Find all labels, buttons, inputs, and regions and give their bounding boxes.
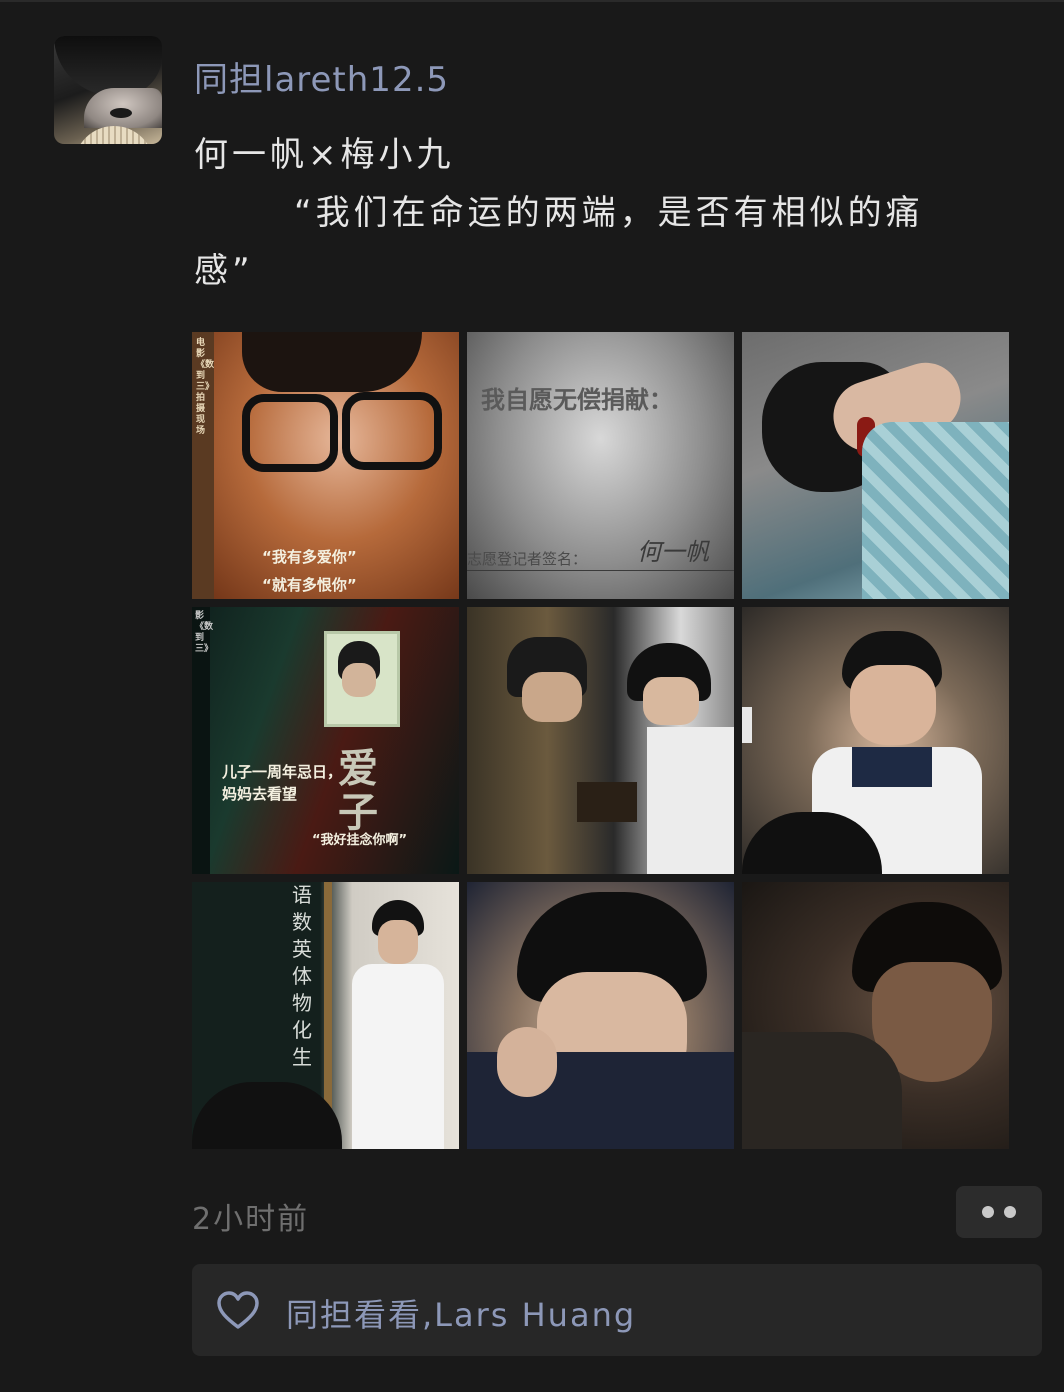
photo-9[interactable] [742,882,1009,1149]
avatar[interactable] [54,36,162,144]
photo-3[interactable] [742,332,1009,599]
top-divider [0,0,1064,2]
p7-foreground-heads [192,1082,342,1149]
p1-hair [242,332,422,392]
post-time: 2小时前 [192,1202,310,1237]
photo-6[interactable] [742,607,1009,874]
likes-box: 同担看看,Lars Huang [192,1264,1042,1356]
p5-man-face [522,672,582,722]
p6-face [850,665,936,745]
photo-8[interactable] [467,882,734,1149]
p1-glasses-right [342,392,442,470]
p2-sign-line [467,570,734,571]
likes-names[interactable]: 同担看看,Lars Huang [286,1290,636,1336]
p7-uniform [352,964,444,1149]
p2-sign-label: 志愿登记者签名： [467,550,588,568]
p4-quote: “我好挂念你啊” [312,833,408,848]
p5-table-item [577,782,637,822]
photo-7[interactable]: 语数英体物化生 [192,882,459,1149]
p5-boy-face [643,677,699,725]
p6-bottle [742,707,752,743]
avatar-hair [54,36,162,96]
p3-shirt [862,422,1009,599]
p1-glasses-left [242,394,338,472]
avatar-fan [74,126,154,144]
p1-caption-2: “就有多恨你” [262,576,357,594]
p7-board-text: 语数英体物化生 [292,883,312,1069]
p4-caption-1: 儿子一周年忌日， [222,763,343,781]
p4-big-text: 爱子 [338,745,378,836]
p9-jacket [742,1032,902,1149]
post-text: 何一帆×梅小九 “我们在命运的两端，是否有相似的痛 感” [194,126,1034,300]
p4-caption-2: 妈妈去看望 [222,785,298,803]
p1-caption-1: “我有多爱你” [262,548,357,566]
p2-heading: 我自愿无偿捐献： [481,385,673,414]
more-dots-icon [982,1206,994,1218]
post-text-line2: “我们在命运的两端，是否有相似的痛 [294,193,924,233]
p6-collar [852,747,932,787]
more-dots-icon-dot2 [1004,1206,1016,1218]
post-text-line1: 何一帆×梅小九 [194,135,455,175]
p2-signature: 何一帆 [637,538,709,566]
heart-outline-icon [217,1291,259,1329]
p7-face [378,920,418,964]
photo-2[interactable]: 我自愿无偿捐献： 志愿登记者签名： 何一帆 [467,332,734,599]
p5-boy-shirt [647,727,734,874]
p1-side-caption: 电影《数到三》拍摄现场 [196,338,215,436]
photo-5[interactable] [467,607,734,874]
p4-portrait-face [342,663,376,697]
username-link[interactable]: 同担lareth12.5 [194,52,449,101]
photo-4[interactable]: 影《数到三》 儿子一周年忌日， 妈妈去看望 爱子 “我好挂念你啊” [192,607,459,874]
avatar-eye [110,108,132,118]
photo-grid: 电影《数到三》拍摄现场 “我有多爱你” “就有多恨你” 我自愿无偿捐献： 志愿登… [192,332,1009,1149]
photo-1[interactable]: 电影《数到三》拍摄现场 “我有多爱你” “就有多恨你” [192,332,459,599]
p4-side-caption: 影《数到三》 [195,611,214,654]
more-button[interactable] [956,1186,1042,1238]
p8-hand [497,1027,557,1097]
post-text-line3: 感” [194,251,254,291]
